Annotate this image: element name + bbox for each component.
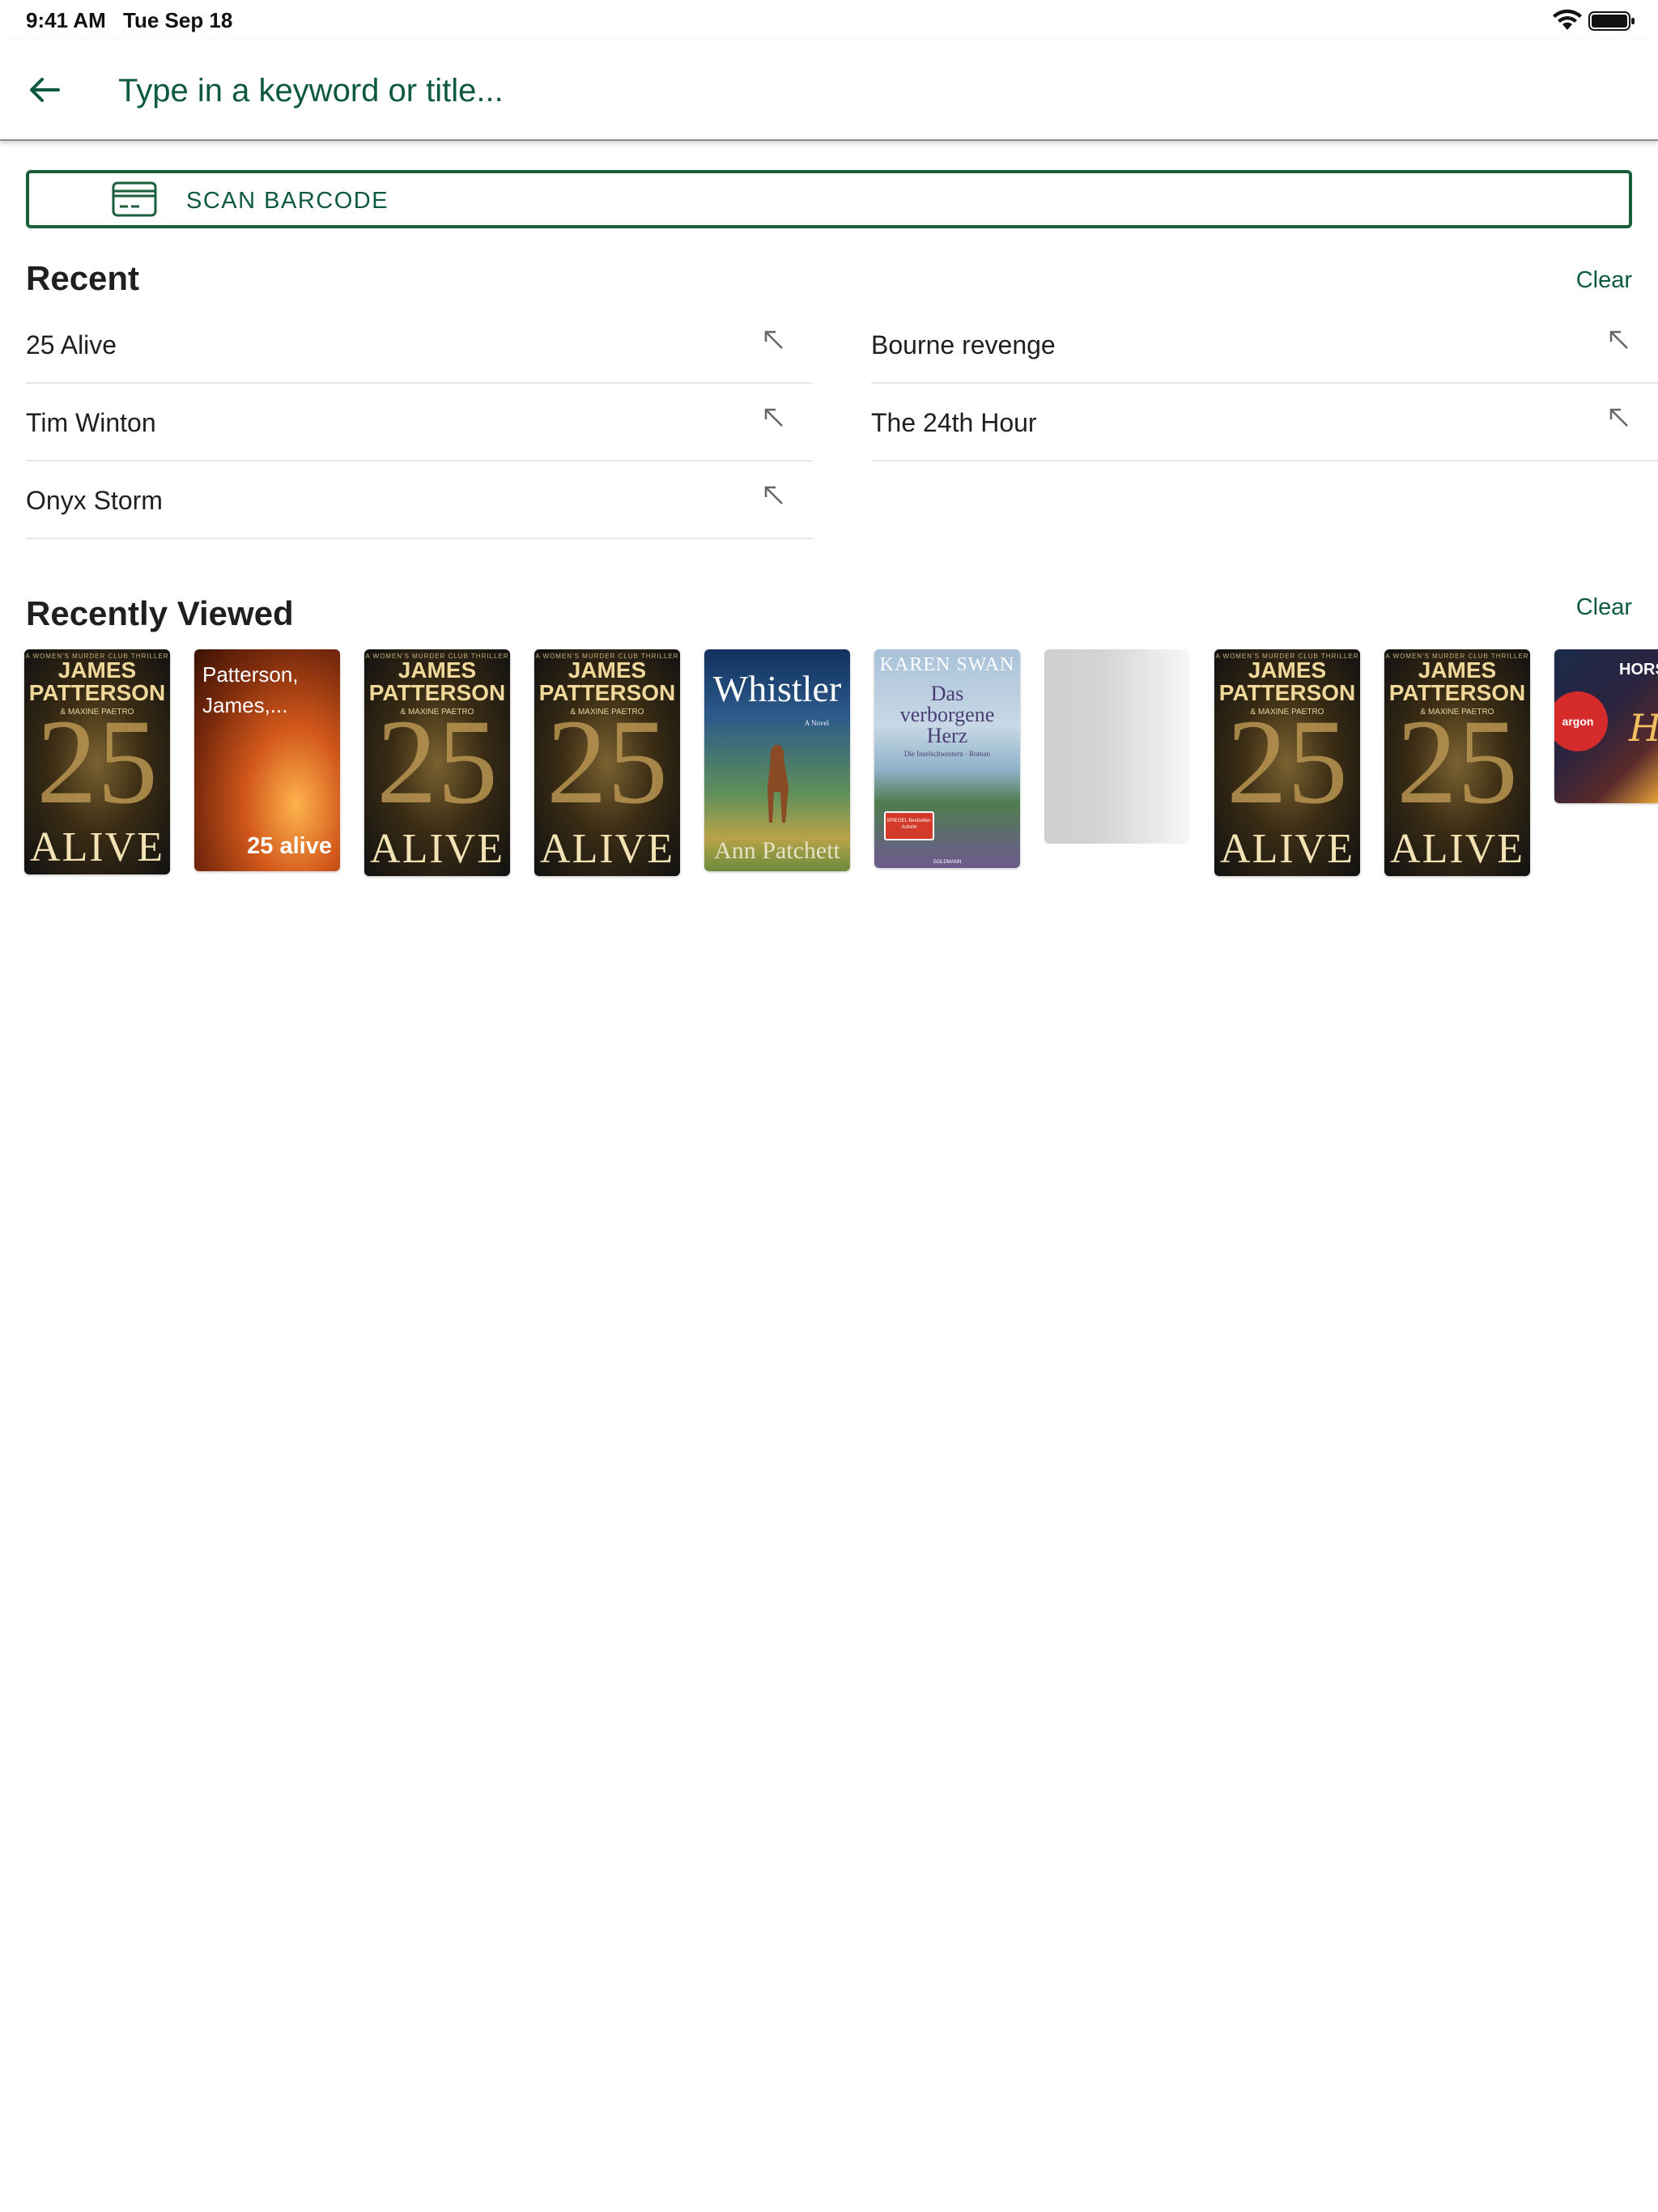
wifi-icon	[1553, 9, 1582, 30]
cover-script: Hor Joa	[1629, 706, 1658, 750]
recent-item-label: Tim Winton	[26, 408, 156, 437]
search-header	[0, 40, 1658, 141]
cover-title: 25 alive	[247, 833, 332, 859]
book-cover-placeholder[interactable]	[1044, 649, 1190, 844]
book-cover[interactable]: A WOMEN'S MURDER CLUB THRILLER 25 JAMES …	[364, 649, 510, 876]
cover-author: HORST	[1619, 661, 1658, 678]
book-cover[interactable]: KAREN SWAN Das verborgene Herz Die Insel…	[874, 649, 1020, 868]
recent-item[interactable]: The 24th Hour	[871, 384, 1658, 462]
argon-logo: argon	[1554, 691, 1608, 751]
recent-item[interactable]: Bourne revenge	[871, 306, 1658, 384]
status-date: Tue Sep 18	[123, 8, 233, 32]
book-cover[interactable]: A WOMEN'S MURDER CLUB THRILLER 25 JAMES …	[24, 649, 170, 874]
book-cover[interactable]: Patterson, James,... 25 alive	[194, 649, 340, 871]
cover-title: ALIVE	[370, 826, 504, 872]
recent-item-label: Bourne revenge	[871, 330, 1056, 359]
book-cover[interactable]: A WOMEN'S MURDER CLUB THRILLER 25 JAMES …	[1214, 649, 1360, 876]
recently-viewed-title: Recently Viewed	[26, 594, 294, 632]
cover-author: JAMES PATTERSON	[1218, 657, 1356, 705]
cover-coauthor: & MAXINE PAETRO	[1420, 708, 1494, 717]
recent-item[interactable]: Onyx Storm	[26, 462, 813, 539]
cover-title: Das verborgene Herz	[899, 682, 995, 747]
cover-author: JAMES PATTERSON	[28, 657, 166, 705]
status-bar: 9:41 AM Tue Sep 18	[0, 0, 1658, 40]
arrow-up-left-icon[interactable]	[1606, 327, 1630, 351]
recent-item-label: The 24th Hour	[871, 408, 1037, 437]
cover-number: 25	[376, 695, 498, 829]
scan-barcode-button[interactable]: SCAN BARCODE	[26, 170, 1632, 228]
cover-coauthor: & MAXINE PAETRO	[1250, 708, 1324, 717]
arrow-up-left-icon[interactable]	[761, 327, 785, 351]
cover-number: 25	[546, 695, 668, 829]
battery-icon	[1588, 11, 1635, 31]
cover-coauthor: & MAXINE PAETRO	[570, 708, 644, 717]
recent-clear-link[interactable]: Clear	[1576, 267, 1632, 294]
recent-item-label: 25 Alive	[26, 330, 117, 359]
book-cover[interactable]: Whistler A Novel Ann Patchett	[704, 649, 850, 871]
cover-author: JAMES PATTERSON	[538, 657, 676, 705]
arrow-up-left-icon[interactable]	[761, 405, 785, 429]
cover-number: 25	[36, 695, 158, 829]
cover-author: Patterson, James,...	[202, 662, 299, 717]
recent-item-label: Onyx Storm	[26, 486, 163, 515]
book-cover[interactable]: HORST argon Hor Joa	[1554, 649, 1658, 803]
recent-item[interactable]: 25 Alive	[26, 306, 813, 384]
arrow-up-left-icon[interactable]	[761, 483, 785, 507]
cover-title: Whistler	[712, 668, 842, 709]
cover-title: ALIVE	[30, 824, 164, 870]
recent-item[interactable]: Tim Winton	[26, 384, 813, 462]
cover-title: ALIVE	[1390, 826, 1524, 872]
cover-title: ALIVE	[1220, 826, 1354, 872]
cover-author: KAREN SWAN	[879, 654, 1015, 675]
search-input[interactable]	[118, 62, 1575, 120]
card-icon	[112, 181, 157, 217]
horse-icon	[767, 745, 789, 823]
cover-coauthor: & MAXINE PAETRO	[400, 708, 474, 717]
cover-coauthor: & MAXINE PAETRO	[60, 708, 134, 717]
arrow-up-left-icon[interactable]	[1606, 405, 1630, 429]
cover-number: 25	[1226, 695, 1348, 829]
cover-subtitle: Die Inselschwestern · Roman	[903, 750, 991, 758]
cover-number: 25	[1397, 695, 1518, 829]
cover-author: Ann Patchett	[714, 837, 840, 864]
book-cover[interactable]: A WOMEN'S MURDER CLUB THRILLER 25 JAMES …	[1384, 649, 1530, 876]
cover-title: ALIVE	[540, 826, 674, 872]
cover-author: JAMES PATTERSON	[368, 657, 506, 705]
bestseller-badge: SPIEGEL Bestseller-Autorin	[884, 811, 934, 840]
status-time: 9:41 AM	[26, 8, 106, 32]
recent-title: Recent	[26, 259, 140, 297]
cover-subtitle: A Novel	[804, 719, 829, 727]
cover-author: JAMES PATTERSON	[1388, 657, 1526, 705]
cover-publisher: GOLDMANN	[933, 860, 962, 865]
arrow-left-icon[interactable]	[24, 70, 65, 110]
book-cover[interactable]: A WOMEN'S MURDER CLUB THRILLER 25 JAMES …	[534, 649, 680, 876]
scan-barcode-label: SCAN BARCODE	[186, 188, 389, 214]
recently-viewed-clear-link[interactable]: Clear	[1576, 594, 1632, 621]
